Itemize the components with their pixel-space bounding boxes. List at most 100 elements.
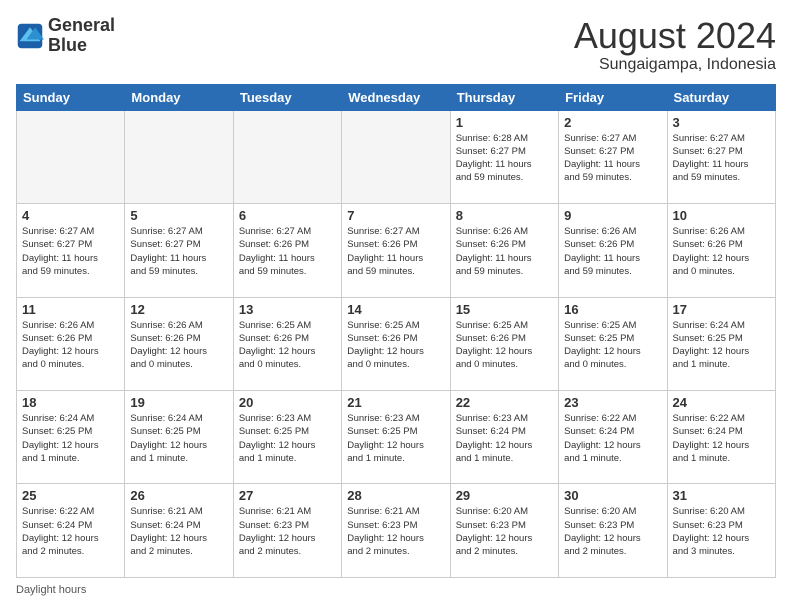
day-number: 25 [22,488,119,503]
day-info: Sunrise: 6:27 AM Sunset: 6:27 PM Dayligh… [564,132,661,185]
day-number: 14 [347,302,444,317]
day-number: 1 [456,115,553,130]
calendar-cell: 22Sunrise: 6:23 AM Sunset: 6:24 PM Dayli… [450,391,558,484]
day-number: 20 [239,395,336,410]
day-info: Sunrise: 6:28 AM Sunset: 6:27 PM Dayligh… [456,132,553,185]
day-number: 8 [456,208,553,223]
footer: Daylight hours [16,584,776,596]
calendar-cell: 23Sunrise: 6:22 AM Sunset: 6:24 PM Dayli… [559,391,667,484]
calendar-cell: 9 Sunrise: 6:26 AM Sunset: 6:26 PM Daylig… [559,204,667,297]
day-number: 5 [130,208,227,223]
calendar-cell: 5 Sunrise: 6:27 AM Sunset: 6:27 PM Daylig… [125,204,233,297]
calendar-cell: 18 Sunrise: 6:24 AM Sunset: 6:25 PM Dayli… [17,391,125,484]
day-info: Sunrise: 6:24 AM Sunset: 6:25 PM Dayligh… [673,319,770,372]
calendar-cell: 1 Sunrise: 6:28 AM Sunset: 6:27 PM Daylig… [450,110,558,203]
day-number: 9 [564,208,661,223]
day-info: Sunrise: 6:25 AM Sunset: 6:25 PM Dayligh… [564,319,661,372]
day-number: 30 [564,488,661,503]
day-number: 29 [456,488,553,503]
calendar-cell [17,110,125,203]
day-info: Sunrise: 6:26 AM Sunset: 6:26 PM Dayligh… [673,225,770,278]
calendar-cell: 26 Sunrise: 6:21 AM Sunset: 6:24 PM Dayli… [125,484,233,578]
col-header-wednesday: Wednesday [342,84,450,110]
day-info: Sunrise: 6:26 AM Sunset: 6:26 PM Dayligh… [130,319,227,372]
calendar-cell [125,110,233,203]
day-info: Sunrise: 6:20 AM Sunset: 6:23 PM Dayligh… [456,505,553,558]
col-header-saturday: Saturday [667,84,775,110]
calendar-week-3: 11 Sunrise: 6:26 AM Sunset: 6:26 PM Dayli… [17,297,776,390]
calendar-table: SundayMondayTuesdayWednesdayThursdayFrid… [16,84,776,578]
calendar-cell: 31Sunrise: 6:20 AM Sunset: 6:23 PM Dayli… [667,484,775,578]
calendar-cell: 10 Sunrise: 6:26 AM Sunset: 6:26 PM Dayli… [667,204,775,297]
day-number: 22 [456,395,553,410]
day-info: Sunrise: 6:20 AM Sunset: 6:23 PM Dayligh… [564,505,661,558]
calendar-cell: 12 Sunrise: 6:26 AM Sunset: 6:26 PM Dayli… [125,297,233,390]
day-number: 10 [673,208,770,223]
calendar-cell: 8 Sunrise: 6:26 AM Sunset: 6:26 PM Daylig… [450,204,558,297]
day-number: 2 [564,115,661,130]
col-header-friday: Friday [559,84,667,110]
day-info: Sunrise: 6:27 AM Sunset: 6:26 PM Dayligh… [239,225,336,278]
calendar-cell: 25Sunrise: 6:22 AM Sunset: 6:24 PM Dayli… [17,484,125,578]
day-info: Sunrise: 6:24 AM Sunset: 6:25 PM Dayligh… [22,412,119,465]
main-title: August 2024 [574,16,776,56]
logo-text: General Blue [48,16,115,56]
calendar-cell: 30 Sunrise: 6:20 AM Sunset: 6:23 PM Dayli… [559,484,667,578]
day-info: Sunrise: 6:23 AM Sunset: 6:25 PM Dayligh… [347,412,444,465]
calendar-cell: 17 Sunrise: 6:24 AM Sunset: 6:25 PM Dayli… [667,297,775,390]
day-info: Sunrise: 6:27 AM Sunset: 6:27 PM Dayligh… [130,225,227,278]
day-info: Sunrise: 6:21 AM Sunset: 6:23 PM Dayligh… [347,505,444,558]
col-header-thursday: Thursday [450,84,558,110]
day-number: 17 [673,302,770,317]
day-info: Sunrise: 6:27 AM Sunset: 6:26 PM Dayligh… [347,225,444,278]
day-info: Sunrise: 6:21 AM Sunset: 6:24 PM Dayligh… [130,505,227,558]
logo: General Blue [16,16,115,56]
calendar-cell: 16Sunrise: 6:25 AM Sunset: 6:25 PM Dayli… [559,297,667,390]
day-number: 3 [673,115,770,130]
calendar-week-5: 25Sunrise: 6:22 AM Sunset: 6:24 PM Dayli… [17,484,776,578]
day-number: 18 [22,395,119,410]
day-number: 12 [130,302,227,317]
calendar-cell: 15Sunrise: 6:25 AM Sunset: 6:26 PM Dayli… [450,297,558,390]
day-number: 21 [347,395,444,410]
day-number: 6 [239,208,336,223]
calendar-cell: 11 Sunrise: 6:26 AM Sunset: 6:26 PM Dayli… [17,297,125,390]
subtitle: Sungaigampa, Indonesia [574,56,776,74]
calendar-cell: 7Sunrise: 6:27 AM Sunset: 6:26 PM Daylig… [342,204,450,297]
day-number: 31 [673,488,770,503]
day-info: Sunrise: 6:26 AM Sunset: 6:26 PM Dayligh… [456,225,553,278]
day-number: 11 [22,302,119,317]
day-info: Sunrise: 6:21 AM Sunset: 6:23 PM Dayligh… [239,505,336,558]
day-number: 13 [239,302,336,317]
day-info: Sunrise: 6:26 AM Sunset: 6:26 PM Dayligh… [564,225,661,278]
calendar-cell: 3 Sunrise: 6:27 AM Sunset: 6:27 PM Daylig… [667,110,775,203]
header: General Blue August 2024 Sungaigampa, In… [16,16,776,74]
day-info: Sunrise: 6:27 AM Sunset: 6:27 PM Dayligh… [673,132,770,185]
day-info: Sunrise: 6:26 AM Sunset: 6:26 PM Dayligh… [22,319,119,372]
calendar-cell: 28 Sunrise: 6:21 AM Sunset: 6:23 PM Dayli… [342,484,450,578]
col-header-monday: Monday [125,84,233,110]
day-number: 26 [130,488,227,503]
logo-line2: Blue [48,36,115,56]
logo-icon [16,22,44,50]
calendar-week-1: 1 Sunrise: 6:28 AM Sunset: 6:27 PM Daylig… [17,110,776,203]
calendar-cell: 14Sunrise: 6:25 AM Sunset: 6:26 PM Dayli… [342,297,450,390]
day-info: Sunrise: 6:24 AM Sunset: 6:25 PM Dayligh… [130,412,227,465]
day-number: 28 [347,488,444,503]
col-header-sunday: Sunday [17,84,125,110]
calendar-cell: 19 Sunrise: 6:24 AM Sunset: 6:25 PM Dayli… [125,391,233,484]
footer-text: Daylight hours [16,584,86,596]
day-info: Sunrise: 6:23 AM Sunset: 6:25 PM Dayligh… [239,412,336,465]
day-number: 19 [130,395,227,410]
calendar-week-2: 4Sunrise: 6:27 AM Sunset: 6:27 PM Daylig… [17,204,776,297]
calendar-cell: 4Sunrise: 6:27 AM Sunset: 6:27 PM Daylig… [17,204,125,297]
day-number: 23 [564,395,661,410]
calendar-header-row: SundayMondayTuesdayWednesdayThursdayFrid… [17,84,776,110]
day-info: Sunrise: 6:22 AM Sunset: 6:24 PM Dayligh… [673,412,770,465]
page: General Blue August 2024 Sungaigampa, In… [0,0,792,612]
day-number: 24 [673,395,770,410]
calendar-cell: 27Sunrise: 6:21 AM Sunset: 6:23 PM Dayli… [233,484,341,578]
calendar-cell: 24 Sunrise: 6:22 AM Sunset: 6:24 PM Dayli… [667,391,775,484]
day-info: Sunrise: 6:25 AM Sunset: 6:26 PM Dayligh… [239,319,336,372]
calendar-week-4: 18 Sunrise: 6:24 AM Sunset: 6:25 PM Dayli… [17,391,776,484]
